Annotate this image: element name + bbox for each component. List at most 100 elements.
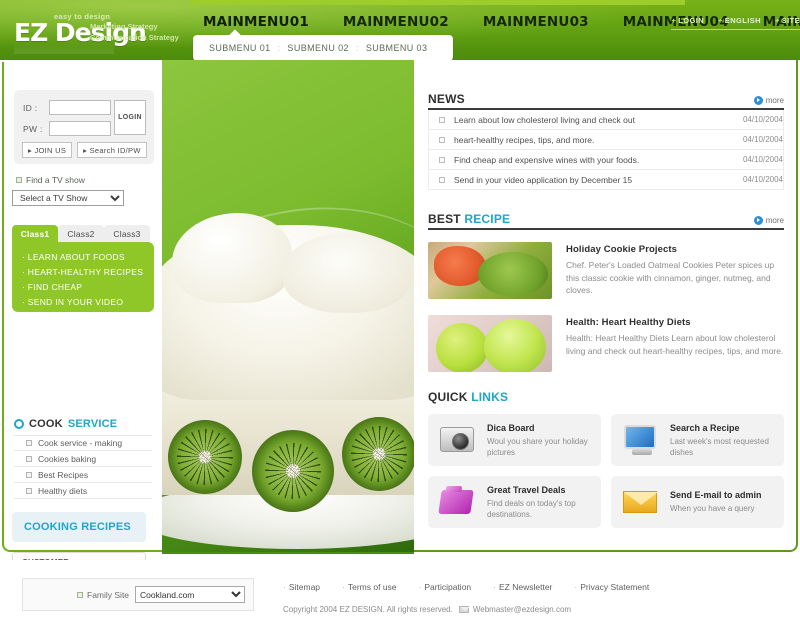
id-input[interactable] — [49, 100, 111, 115]
class-tablist: Class1 Class2 Class3 — [12, 225, 154, 242]
family-site-select[interactable]: Cookland.com — [135, 586, 246, 603]
english-link[interactable]: + ENGLISH — [718, 16, 761, 25]
best-recipe-title-b: RECIPE — [464, 212, 511, 226]
site-logo[interactable]: easy to design EZ Design Marketing Strat… — [8, 8, 183, 54]
plus-icon: + — [774, 16, 780, 25]
class-tabs-panel: Class1 Class2 Class3 LEARN ABOUT FOODS H… — [12, 225, 154, 312]
utility-links: + LOGIN + ENGLISH + SITE — [671, 16, 800, 30]
quick-link-info: Search a Recipe Last week's most request… — [670, 423, 784, 458]
square-bullet-icon — [26, 471, 32, 478]
class-item-4[interactable]: SEND IN YOUR VIDEO — [22, 295, 154, 310]
cook-service-title-a: COOK — [29, 418, 63, 430]
id-label: ID : — [23, 102, 38, 113]
news-item[interactable]: Send in your video application by Decemb… — [429, 170, 783, 190]
login-link[interactable]: + LOGIN — [671, 16, 704, 25]
logo-reflection — [14, 42, 114, 54]
main-content: NEWS more Learn about low cholesterol li… — [414, 60, 798, 552]
list-item[interactable]: Cook service - making — [14, 435, 152, 451]
news-item[interactable]: Learn about low cholesterol living and c… — [429, 110, 783, 130]
camera-icon — [436, 422, 478, 458]
best-recipe-title-a: BEST — [428, 212, 461, 226]
best-recipe-more-button[interactable]: more — [753, 216, 784, 226]
square-bullet-icon — [439, 136, 445, 143]
kiwi-slice — [252, 430, 334, 512]
sitemap-link-label: SITE — [781, 16, 800, 25]
find-tv-show-label: Find a TV show — [26, 175, 85, 185]
news-item-text: heart-healthy recipes, tips, and more. — [454, 134, 595, 145]
cook-item-label: Healthy diets — [38, 485, 88, 496]
login-secondary-buttons: ▸ JOIN US ▸ Search ID/PW — [22, 142, 147, 158]
search-id-pw-button[interactable]: ▸ Search ID/PW — [77, 142, 147, 158]
quick-link-dica-board[interactable]: Dica Board Woul you share your holiday p… — [428, 414, 601, 466]
join-us-button[interactable]: ▸ JOIN US — [22, 142, 73, 158]
recipe-info: Health: Heart Healthy Diets Health: Hear… — [566, 315, 784, 372]
main-menu-item-1[interactable]: MAINMENU01 — [203, 14, 309, 30]
footer-link-terms[interactable]: · Terms of use — [342, 582, 397, 592]
list-item[interactable]: Best Recipes — [14, 467, 152, 483]
monitor-icon — [619, 422, 661, 458]
folder-icon — [436, 484, 478, 520]
submenu-item-1[interactable]: SUBMENU 01 — [209, 43, 271, 53]
best-recipe-header: BEST RECIPE more — [428, 212, 784, 230]
footer-link-newsletter[interactable]: · EZ Newsletter — [493, 582, 552, 592]
submenu-item-3[interactable]: SUBMENU 03 — [366, 43, 428, 53]
footer-link-participation[interactable]: · Participation — [419, 582, 472, 592]
news-section: NEWS more Learn about low cholesterol li… — [428, 92, 784, 190]
footer-link-privacy[interactable]: · Privacy Statement — [574, 582, 649, 592]
submenu-item-2[interactable]: SUBMENU 02 — [287, 43, 349, 53]
cook-service-heading: COOK SERVICE — [14, 418, 117, 430]
quick-links-title: QUICK LINKS — [428, 390, 784, 404]
header-top-strip — [190, 0, 685, 5]
tv-show-select[interactable]: Select a TV Show — [12, 190, 124, 206]
site-footer: Family Site Cookland.com · Sitemap · Terms… — [0, 560, 800, 631]
news-item[interactable]: Find cheap and expensive wines with your… — [429, 150, 783, 170]
circle-bullet-icon — [14, 419, 24, 429]
class-item-2[interactable]: HEART-HEALTHY RECIPES — [22, 265, 154, 280]
quick-link-desc: Find deals on today's top destinations. — [487, 498, 576, 519]
recipe-thumbnail — [428, 315, 552, 372]
page-root: easy to design EZ Design Marketing Strat… — [0, 0, 800, 631]
list-item[interactable]: Healthy diets — [14, 483, 152, 499]
tab-class3[interactable]: Class3 — [104, 225, 150, 242]
news-item-text: Learn about low cholesterol living and c… — [454, 114, 635, 125]
quick-link-desc: Woul you share your holiday pictures — [487, 436, 588, 457]
main-menu-item-2[interactable]: MAINMENU02 — [343, 14, 449, 30]
quick-link-travel-deals[interactable]: Great Travel Deals Find deals on today's… — [428, 476, 601, 528]
submenu-separator: : — [355, 43, 359, 53]
plus-icon: + — [671, 16, 677, 25]
list-item[interactable]: Cookies baking — [14, 451, 152, 467]
news-item-date: 04/10/2004 — [742, 155, 783, 164]
sitemap-link[interactable]: + SITE — [775, 16, 800, 25]
square-bullet-icon — [26, 455, 32, 462]
webmaster-email[interactable]: Webmaster@ezdesign.com — [458, 605, 571, 614]
news-item-text: Find cheap and expensive wines with your… — [454, 154, 640, 165]
news-title: NEWS — [428, 92, 465, 106]
class-panel-content: LEARN ABOUT FOODS HEART-HEALTHY RECIPES … — [12, 242, 154, 312]
news-more-label: more — [765, 96, 784, 105]
quick-link-info: Great Travel Deals Find deals on today's… — [487, 485, 601, 520]
quick-link-send-email[interactable]: Send E-mail to admin When you have a que… — [611, 476, 784, 528]
recipe-info: Holiday Cookie Projects Chef. Peter's Lo… — [566, 242, 784, 299]
news-more-button[interactable]: more — [753, 96, 784, 106]
class-item-3[interactable]: FIND CHEAP — [22, 280, 154, 295]
kiwi-slice — [168, 420, 242, 494]
cooking-recipes-button[interactable]: COOKING RECIPES — [12, 512, 146, 542]
tab-class2[interactable]: Class2 — [58, 225, 104, 242]
quick-link-search-recipe[interactable]: Search a Recipe Last week's most request… — [611, 414, 784, 466]
news-item-text: Send in your video application by Decemb… — [454, 174, 633, 185]
family-site-box: Family Site Cookland.com — [22, 578, 254, 611]
login-button[interactable]: LOGIN — [114, 100, 146, 135]
main-menu-item-3[interactable]: MAINMENU03 — [483, 14, 589, 30]
dot-icon: · — [574, 582, 578, 592]
cake-cream-swirl-right — [282, 233, 412, 313]
class-item-1[interactable]: LEARN ABOUT FOODS — [22, 250, 154, 265]
recipe-item[interactable]: Health: Heart Healthy Diets Health: Hear… — [428, 315, 784, 372]
cake-cream-swirl-left — [172, 213, 292, 303]
footer-link-sitemap[interactable]: · Sitemap — [283, 582, 320, 592]
pw-input[interactable] — [49, 121, 111, 136]
best-recipe-section: BEST RECIPE more Holiday Cookie Projects… — [428, 212, 784, 372]
footer-link-label: Participation — [424, 582, 472, 592]
recipe-item[interactable]: Holiday Cookie Projects Chef. Peter's Lo… — [428, 242, 784, 299]
tab-class1[interactable]: Class1 — [12, 225, 58, 242]
news-item[interactable]: heart-healthy recipes, tips, and more. 0… — [429, 130, 783, 150]
